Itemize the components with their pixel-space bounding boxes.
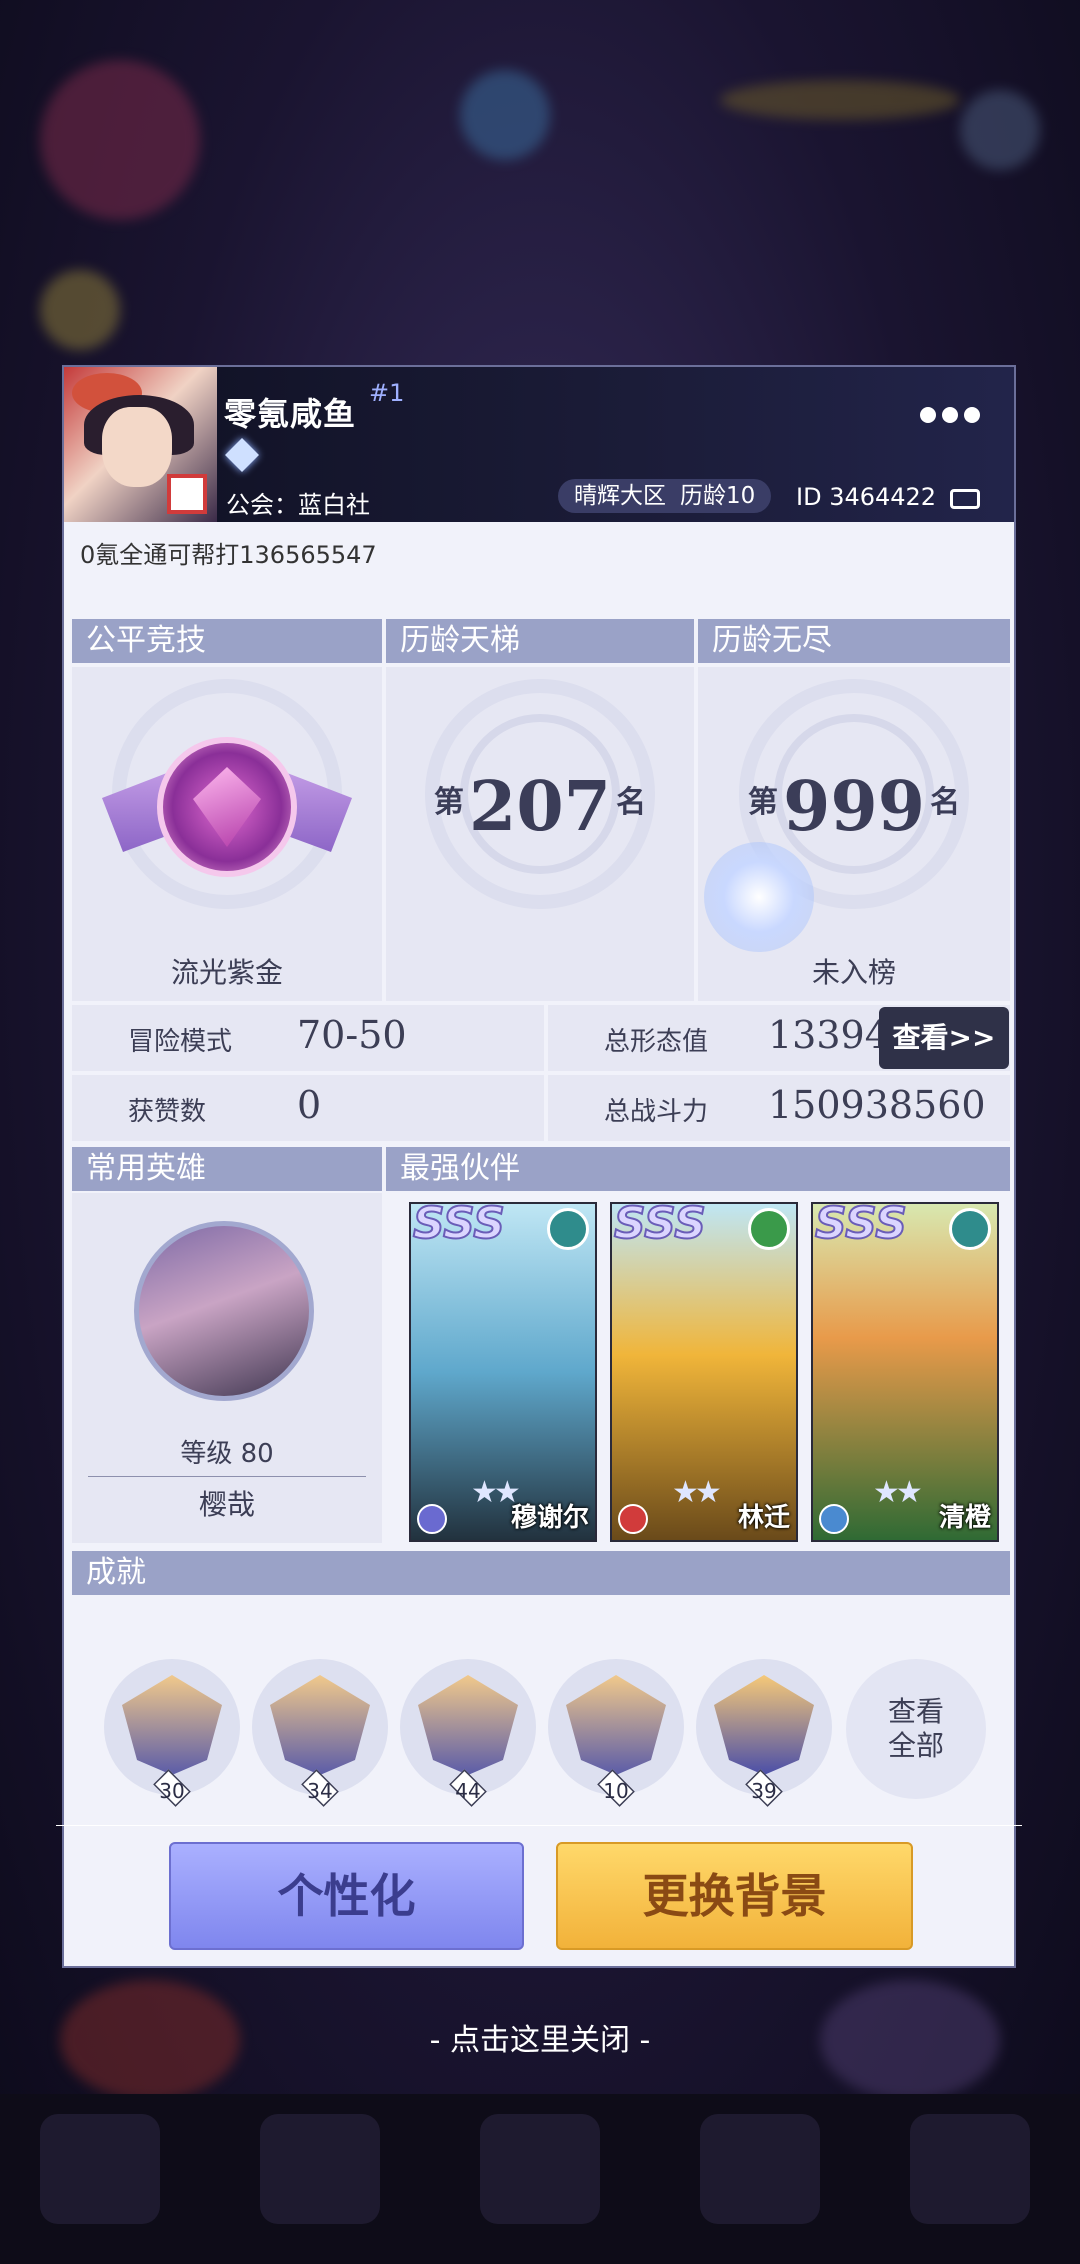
grade-label: SSS: [412, 1202, 506, 1250]
stat-label: 获赞数: [128, 1097, 207, 1127]
section-title-seniority-endless: 历龄无尽: [698, 619, 1010, 663]
element-icon: [949, 1208, 991, 1250]
copy-id-icon[interactable]: [950, 489, 980, 509]
badge-count: 39: [751, 1779, 777, 1803]
stat-label: 总战斗力: [604, 1097, 709, 1127]
more-options-icon[interactable]: [920, 407, 980, 423]
achievement-emblem-icon: [270, 1675, 370, 1775]
partner-name: 穆谢尔: [510, 1503, 589, 1533]
achievement-emblem-icon: [566, 1675, 666, 1775]
section-title-seniority-ladder: 历龄天梯: [386, 619, 694, 663]
grade-label: SSS: [814, 1202, 908, 1250]
achievement-badge[interactable]: 10: [548, 1659, 684, 1807]
hero-level: 等级 80: [180, 1439, 274, 1469]
player-avatar[interactable]: [64, 367, 217, 522]
profile-header: 零氪咸鱼 #1 公会：蓝白社 晴辉大区 历龄10 ID 3464422: [64, 367, 1014, 522]
class-icon: [417, 1504, 447, 1534]
class-icon: [819, 1504, 849, 1534]
server-badge: 晴辉大区 历龄10: [558, 479, 772, 513]
hero-name: 樱哉: [198, 1488, 255, 1521]
endless-status: 未入榜: [811, 956, 896, 989]
achievement-badge[interactable]: 44: [400, 1659, 536, 1807]
gift-icon: [167, 474, 207, 514]
close-hint[interactable]: - 点击这里关闭 -: [0, 2015, 1080, 2059]
star-rating: ★★: [471, 1475, 521, 1510]
common-hero-card[interactable]: 等级 80 樱哉: [72, 1193, 382, 1543]
seniority-ladder-card[interactable]: 第 207 名: [386, 667, 694, 1001]
badge-count: 34: [307, 1779, 333, 1803]
stat-likes: 获赞数 0: [72, 1075, 544, 1141]
badge-count: 10: [603, 1779, 629, 1803]
badge-count: 30: [159, 1779, 185, 1803]
achievement-badge[interactable]: 30: [104, 1659, 240, 1807]
partner-name: 清橙: [938, 1503, 991, 1533]
stat-adventure: 冒险模式 70-50: [72, 1005, 544, 1071]
partner-card[interactable]: SSS ★★ 清橙: [811, 1202, 999, 1542]
class-icon: [618, 1504, 648, 1534]
tier-name: 流光紫金: [170, 956, 283, 989]
crown-emblem-icon: [714, 1675, 814, 1775]
hero-portrait: [134, 1221, 314, 1401]
fair-arena-card[interactable]: 流光紫金: [72, 667, 382, 1001]
stat-value: 13394: [768, 1013, 889, 1057]
badge-count: 44: [455, 1779, 481, 1803]
section-title-common-hero: 常用英雄: [72, 1147, 382, 1191]
partner-name: 林迁: [737, 1503, 790, 1533]
endless-rank-number: 999: [783, 767, 925, 847]
section-title-strongest-partners: 最强伙伴: [386, 1147, 1010, 1191]
star-rating: ★★: [672, 1475, 722, 1510]
stat-power: 总战斗力 150938560: [548, 1075, 1010, 1141]
ladder-rank: 第 207 名: [433, 767, 647, 847]
divider: [56, 1825, 1022, 1826]
element-icon: [547, 1208, 589, 1250]
achievement-emblem-icon: [122, 1675, 222, 1775]
seniority-label: 历龄10: [680, 483, 756, 509]
element-icon: [748, 1208, 790, 1250]
star-rating: ★★: [873, 1475, 923, 1510]
section-title-achievements: 成就: [72, 1551, 1010, 1595]
achievement-badge[interactable]: 39: [696, 1659, 832, 1807]
section-title-fair-arena: 公平竞技: [72, 619, 382, 663]
view-all-label: 查看 全部: [887, 1695, 944, 1762]
endless-rank: 第 999 名: [747, 767, 961, 847]
stat-value: 0: [297, 1083, 322, 1127]
grade-label: SSS: [613, 1202, 707, 1250]
personalize-button[interactable]: 个性化: [169, 1842, 524, 1950]
diamond-icon: [225, 438, 259, 472]
seniority-endless-card[interactable]: 第 999 名 未入榜: [698, 667, 1010, 1001]
guild-label: 公会：蓝白社: [226, 491, 370, 519]
partner-card[interactable]: SSS ★★ 穆谢尔: [409, 1202, 597, 1542]
change-background-button[interactable]: 更换背景: [556, 1842, 913, 1950]
stat-label: 冒险模式: [128, 1027, 233, 1057]
rank-tag: #1: [369, 379, 405, 407]
divider: [88, 1476, 366, 1477]
achievement-emblem-icon: [418, 1675, 518, 1775]
glow-orb: [704, 842, 814, 952]
stat-value: 70-50: [297, 1013, 407, 1057]
partner-card[interactable]: SSS ★★ 林迁: [610, 1202, 798, 1542]
player-id: ID 3464422: [796, 483, 937, 511]
stat-value: 150938560: [768, 1083, 986, 1127]
ladder-rank-number: 207: [469, 767, 611, 847]
stat-label: 总形态值: [604, 1027, 709, 1057]
player-signature: 0氪全通可帮打136565547: [80, 541, 377, 569]
view-form-button[interactable]: 查看>>: [879, 1007, 1009, 1069]
achievement-badge[interactable]: 34: [252, 1659, 388, 1807]
player-name: 零氪咸鱼: [224, 395, 357, 433]
player-profile-panel: 零氪咸鱼 #1 公会：蓝白社 晴辉大区 历龄10 ID 3464422 0氪全通…: [56, 365, 1022, 1968]
view-all-achievements-button[interactable]: 查看 全部: [846, 1659, 986, 1799]
server-name: 晴辉大区: [574, 483, 666, 509]
